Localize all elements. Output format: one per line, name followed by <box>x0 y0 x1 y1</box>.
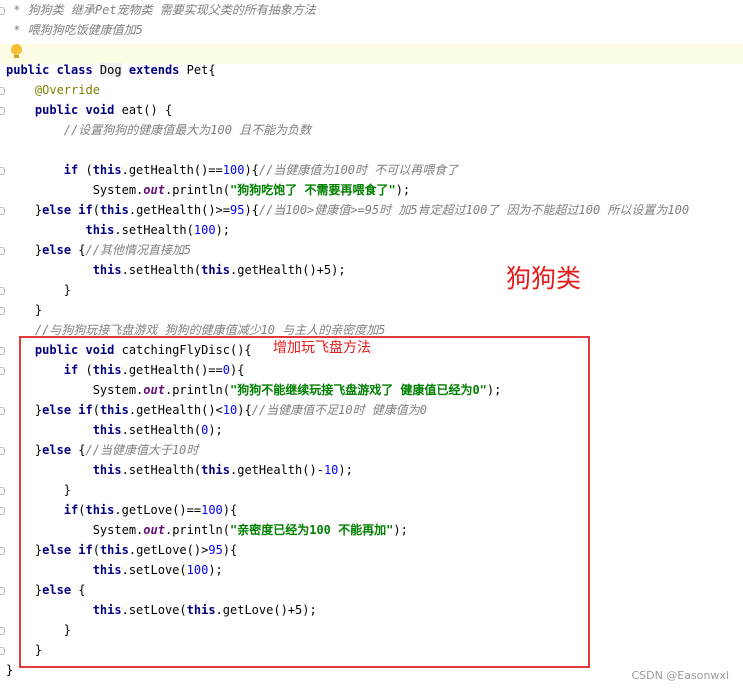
fold-marker-icon[interactable] <box>0 205 6 215</box>
code-text: System. <box>92 183 144 197</box>
fold-marker-icon[interactable] <box>0 585 6 595</box>
code-text: ); <box>331 263 346 277</box>
fold-marker-icon[interactable] <box>0 485 6 495</box>
code-text: ){ <box>244 203 259 217</box>
code-text: ( <box>78 163 93 177</box>
code-line-close-eat: } <box>6 300 42 320</box>
parent-class: Pet{ <box>186 63 216 77</box>
code-line-close1: } <box>6 280 71 300</box>
code-text: ); <box>215 223 231 237</box>
keyword: this <box>92 163 122 177</box>
fold-marker-icon[interactable] <box>0 445 6 455</box>
keyword: this <box>99 203 129 217</box>
code-line-plus5: this.setHealth(this.getHealth()+5); <box>6 260 346 280</box>
code-line-else1: }else {//其他情况直接加5 <box>6 240 191 260</box>
number: 100 <box>222 163 245 177</box>
line-comment: //当100>健康值>=95时 加5肯定超过100了 因为不能超过100 所以设… <box>258 203 690 217</box>
line-comment: //其他情况直接加5 <box>85 243 192 257</box>
code-line-print1: System.out.println("狗狗吃饱了 不需要再喂食了"); <box>6 180 410 200</box>
number: 100 <box>193 223 216 237</box>
code-line-2: * 喂狗狗吃饭健康值加5 <box>6 20 143 40</box>
highlight-box <box>19 336 590 668</box>
code-text: ){ <box>244 163 259 177</box>
code-line-if1: if (this.getHealth()==100){//当健康值为100时 不… <box>6 160 458 180</box>
code-line-eat-comment: //设置狗狗的健康值最大为100 且不能为负数 <box>6 120 311 140</box>
keyword: extends <box>121 63 187 77</box>
keyword: this <box>85 223 115 237</box>
line-comment: //与狗狗玩接飞盘游戏 狗狗的健康值减少10 与主人的亲密度加5 <box>34 323 386 337</box>
annotation: @Override <box>34 83 100 97</box>
fold-marker-icon[interactable] <box>0 345 6 355</box>
fold-marker-icon[interactable] <box>0 645 6 655</box>
keyword: this <box>92 263 122 277</box>
fold-marker-icon[interactable] <box>0 285 6 295</box>
code-line-class: public class Dog extends Pet{ <box>6 60 216 80</box>
fold-marker-icon[interactable] <box>0 365 6 375</box>
keyword: public class <box>6 63 100 77</box>
fold-marker-icon[interactable] <box>0 405 6 415</box>
code-text: } <box>34 303 43 317</box>
fold-marker-icon[interactable] <box>0 625 6 635</box>
intention-bulb-icon[interactable] <box>11 44 22 58</box>
code-line-1: * 狗狗类 继承Pet宠物类 需要实现父类的所有抽象方法 <box>6 0 316 20</box>
code-line-elseif1: }else if(this.getHealth()>=95){//当100>健康… <box>6 200 689 220</box>
method-signature: eat() { <box>121 103 173 117</box>
string-literal: "狗狗吃饱了 不需要再喂食了" <box>230 183 396 197</box>
code-line-override: @Override <box>6 80 100 100</box>
keyword: this <box>201 263 230 277</box>
fold-marker-icon[interactable] <box>0 305 6 315</box>
fold-marker-icon[interactable] <box>0 245 6 255</box>
code-text: .setHealth( <box>121 263 202 277</box>
keyword: public void <box>34 103 122 117</box>
code-text: ); <box>395 183 411 197</box>
line-comment: //设置狗狗的健康值最大为100 且不能为负数 <box>63 123 312 137</box>
dog-class-annotation: 狗狗类 <box>506 264 582 293</box>
code-line-close-class: } <box>6 660 13 680</box>
fold-marker-icon[interactable] <box>0 545 6 555</box>
new-method-annotation: 增加玩飞盘方法 <box>273 340 371 356</box>
keyword: else if <box>42 203 93 217</box>
line-comment: //当健康值为100时 不可以再喂食了 <box>258 163 459 177</box>
code-line-set100: this.setHealth(100); <box>6 220 230 240</box>
doc-comment: * 喂狗狗吃饭健康值加5 <box>6 23 143 37</box>
code-text: .getHealth()>= <box>128 203 231 217</box>
code-text: } <box>63 283 72 297</box>
code-text: } <box>6 663 14 677</box>
code-text: .getHealth()== <box>121 163 223 177</box>
watermark: CSDN @Easonwxl <box>631 669 729 682</box>
code-text: .getHealth() <box>230 263 317 277</box>
code-text: .setHealth( <box>114 223 194 237</box>
keyword: else <box>42 243 72 257</box>
keyword: if <box>63 163 79 177</box>
code-text: ( <box>92 203 100 217</box>
code-text: .println( <box>164 183 230 197</box>
fold-marker-icon[interactable] <box>0 5 6 15</box>
class-name: Dog <box>99 63 122 77</box>
number: 95 <box>230 203 245 217</box>
code-text: +5 <box>316 263 332 277</box>
doc-comment: * 狗狗类 继承Pet宠物类 需要实现父类的所有抽象方法 <box>6 3 316 17</box>
fold-marker-icon[interactable] <box>0 505 6 515</box>
fold-marker-icon[interactable] <box>0 105 6 115</box>
code-text: { <box>71 243 86 257</box>
fold-marker-icon[interactable] <box>0 165 6 175</box>
static-field: out <box>143 183 165 197</box>
code-line-eat: public void eat() { <box>6 100 172 120</box>
fold-marker-icon[interactable] <box>0 85 6 95</box>
